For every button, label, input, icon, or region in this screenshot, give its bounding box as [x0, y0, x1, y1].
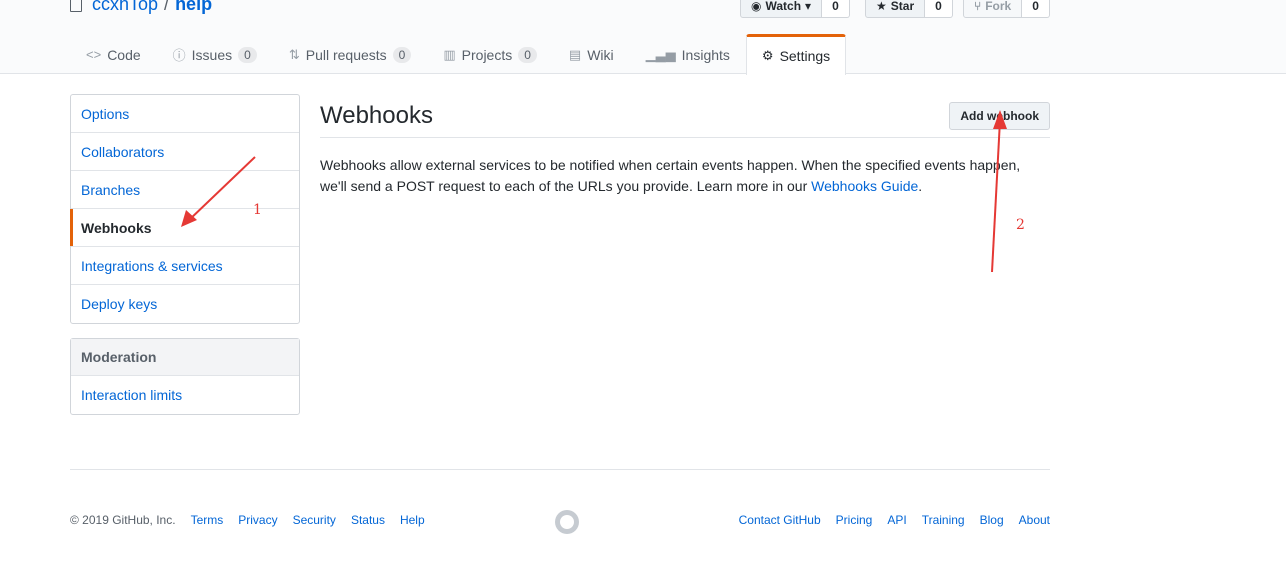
- annotation-label-1: 1: [253, 202, 262, 218]
- arrow-1: [181, 156, 256, 227]
- arrow-2: [991, 110, 1007, 273]
- annotation-arrows: [181, 110, 1007, 273]
- annotation-label-2: 2: [1016, 217, 1025, 233]
